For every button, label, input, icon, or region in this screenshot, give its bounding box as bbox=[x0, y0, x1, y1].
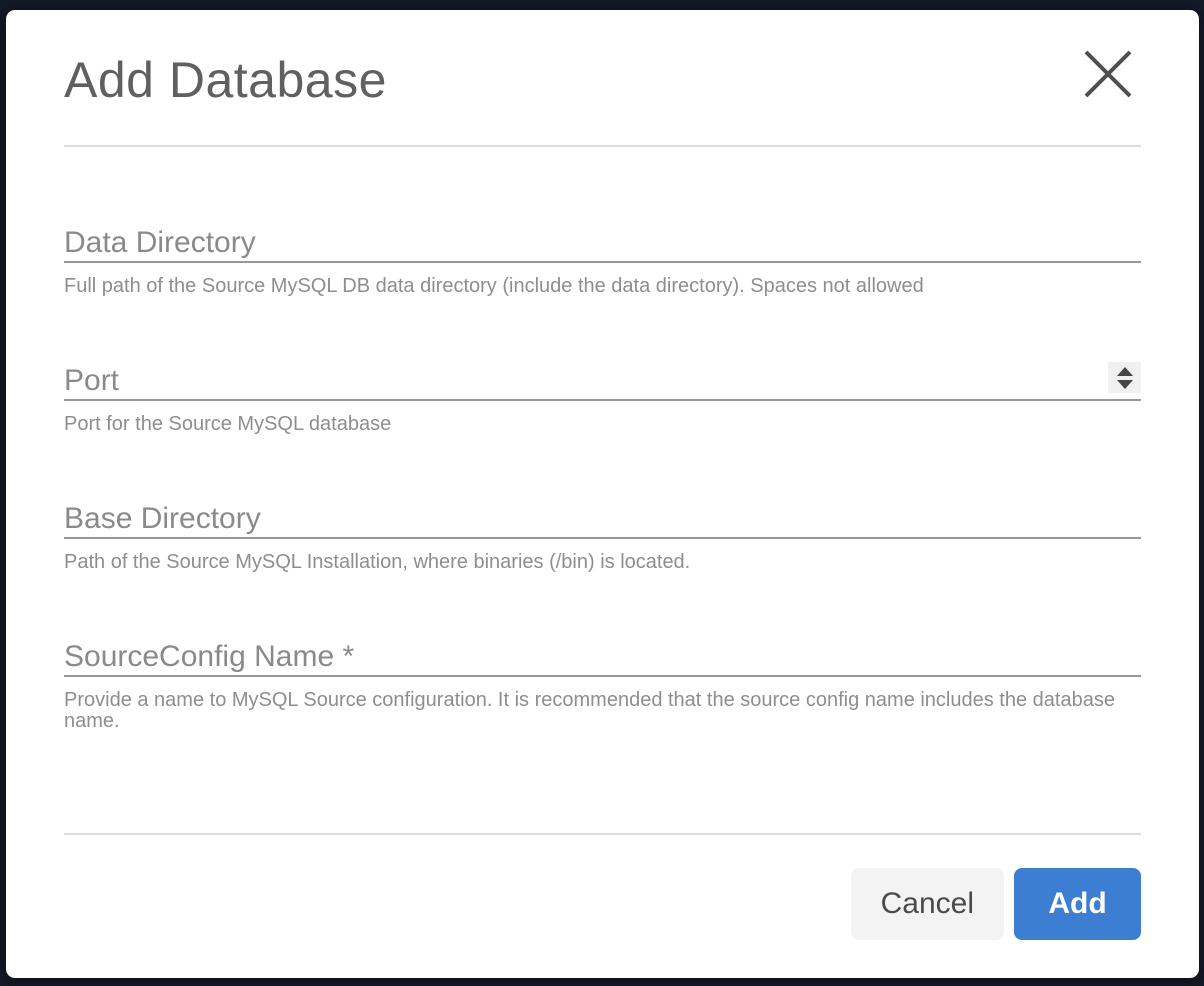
add-button[interactable]: Add bbox=[1014, 868, 1141, 940]
field-port: Port for the Source MySQL database bbox=[64, 363, 1141, 435]
port-helper-text: Port for the Source MySQL database bbox=[64, 414, 1141, 435]
sourceconfig-name-input-row bbox=[64, 639, 1141, 677]
chevron-up-icon[interactable] bbox=[1117, 367, 1133, 376]
field-sourceconfig-name: Provide a name to MySQL Source configura… bbox=[64, 639, 1141, 732]
sourceconfig-name-helper-text: Provide a name to MySQL Source configura… bbox=[64, 690, 1141, 732]
modal-title: Add Database bbox=[64, 50, 1141, 110]
footer-divider bbox=[64, 833, 1141, 835]
port-input-row bbox=[64, 363, 1141, 401]
data-directory-input[interactable] bbox=[64, 225, 1141, 261]
base-directory-helper-text: Path of the Source MySQL Installation, w… bbox=[64, 552, 1141, 573]
data-directory-helper-text: Full path of the Source MySQL DB data di… bbox=[64, 276, 1141, 297]
header-divider bbox=[64, 145, 1141, 147]
close-button[interactable] bbox=[1083, 50, 1133, 98]
base-directory-input-row bbox=[64, 501, 1141, 539]
close-icon bbox=[1083, 50, 1133, 98]
sourceconfig-name-input[interactable] bbox=[64, 639, 1141, 675]
field-base-directory: Path of the Source MySQL Installation, w… bbox=[64, 501, 1141, 573]
port-input[interactable] bbox=[64, 363, 1141, 399]
field-data-directory: Full path of the Source MySQL DB data di… bbox=[64, 225, 1141, 297]
chevron-down-icon[interactable] bbox=[1117, 380, 1133, 389]
port-stepper[interactable] bbox=[1108, 362, 1141, 393]
add-database-modal: Add Database Full path of the Source MyS… bbox=[6, 10, 1199, 978]
modal-footer: Cancel Add bbox=[64, 868, 1141, 940]
cancel-button[interactable]: Cancel bbox=[851, 868, 1004, 940]
base-directory-input[interactable] bbox=[64, 501, 1141, 537]
data-directory-input-row bbox=[64, 225, 1141, 263]
